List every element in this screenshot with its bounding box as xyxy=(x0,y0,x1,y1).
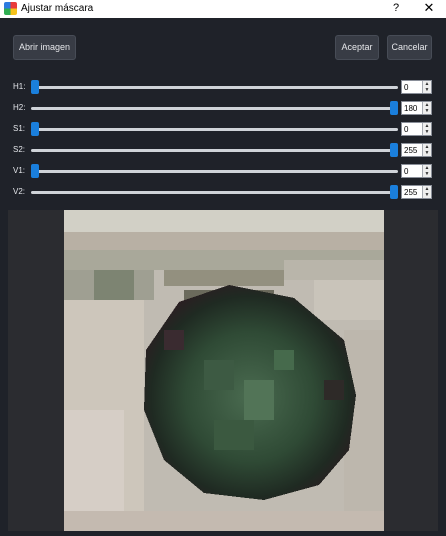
slider-label-v2: V2: xyxy=(13,187,26,196)
accept-button[interactable]: Aceptar xyxy=(335,35,379,60)
spin-arrows-s2: ▲ ▼ xyxy=(422,144,431,156)
slider-handle-h1[interactable] xyxy=(31,80,39,94)
slider-handle-s1[interactable] xyxy=(31,122,39,136)
spin-down-icon[interactable]: ▼ xyxy=(423,171,431,177)
slider-row-v2: V2: 255 ▲ ▼ xyxy=(0,185,446,199)
spin-arrows-h1: ▲ ▼ xyxy=(422,81,431,93)
spinbox-value-h2[interactable]: 180 xyxy=(404,104,417,114)
slider-handle-s2[interactable] xyxy=(390,143,398,157)
slider-label-s2: S2: xyxy=(13,145,26,154)
slider-label-v1: V1: xyxy=(13,166,26,175)
spinbox-s2[interactable]: 255 ▲ ▼ xyxy=(401,143,432,157)
spin-arrows-s1: ▲ ▼ xyxy=(422,123,431,135)
spin-down-icon[interactable]: ▼ xyxy=(423,150,431,156)
spin-down-icon[interactable]: ▼ xyxy=(423,108,431,114)
slider-handle-v2[interactable] xyxy=(390,185,398,199)
spinbox-s1[interactable]: 0 ▲ ▼ xyxy=(401,122,432,136)
spin-down-icon[interactable]: ▼ xyxy=(423,129,431,135)
slider-label-h1: H1: xyxy=(13,82,26,91)
spinbox-v1[interactable]: 0 ▲ ▼ xyxy=(401,164,432,178)
spin-down-icon[interactable]: ▼ xyxy=(423,87,431,93)
slider-track-v1[interactable] xyxy=(31,170,398,173)
slider-row-h2: H2: 180 ▲ ▼ xyxy=(0,101,446,115)
spinbox-value-s2[interactable]: 255 xyxy=(404,146,417,156)
slider-label-s1: S1: xyxy=(13,124,26,133)
slider-label-h2: H2: xyxy=(13,103,26,112)
slider-row-s2: S2: 255 ▲ ▼ xyxy=(0,143,446,157)
slider-track-v2[interactable] xyxy=(31,191,398,194)
app-icon xyxy=(4,2,17,15)
spin-arrows-h2: ▲ ▼ xyxy=(422,102,431,114)
spinbox-value-v1[interactable]: 0 xyxy=(404,167,408,177)
cancel-button[interactable]: Cancelar xyxy=(387,35,432,60)
slider-row-v1: V1: 0 ▲ ▼ xyxy=(0,164,446,178)
slider-handle-h2[interactable] xyxy=(390,101,398,115)
spinbox-value-s1[interactable]: 0 xyxy=(404,125,408,135)
slider-handle-v1[interactable] xyxy=(31,164,39,178)
slider-track-h1[interactable] xyxy=(31,86,398,89)
spinbox-value-v2[interactable]: 255 xyxy=(404,188,417,198)
spin-down-icon[interactable]: ▼ xyxy=(423,192,431,198)
spin-arrows-v2: ▲ ▼ xyxy=(422,186,431,198)
spinbox-h1[interactable]: 0 ▲ ▼ xyxy=(401,80,432,94)
slider-row-s1: S1: 0 ▲ ▼ xyxy=(0,122,446,136)
spinbox-value-h1[interactable]: 0 xyxy=(404,83,408,93)
spinbox-v2[interactable]: 255 ▲ ▼ xyxy=(401,185,432,199)
title-bar: Ajustar máscara ? ✕ xyxy=(0,0,446,18)
open-image-button[interactable]: Abrir imagen xyxy=(13,35,76,60)
window-title: Ajustar máscara xyxy=(21,3,94,14)
slider-track-h2[interactable] xyxy=(31,107,398,110)
spinbox-h2[interactable]: 180 ▲ ▼ xyxy=(401,101,432,115)
help-button[interactable]: ? xyxy=(389,1,403,15)
slider-row-h1: H1: 0 ▲ ▼ xyxy=(0,80,446,94)
close-button[interactable]: ✕ xyxy=(421,1,437,15)
image-preview-panel xyxy=(8,210,438,531)
preview-image xyxy=(64,210,384,531)
slider-track-s1[interactable] xyxy=(31,128,398,131)
spin-arrows-v1: ▲ ▼ xyxy=(422,165,431,177)
slider-track-s2[interactable] xyxy=(31,149,398,152)
